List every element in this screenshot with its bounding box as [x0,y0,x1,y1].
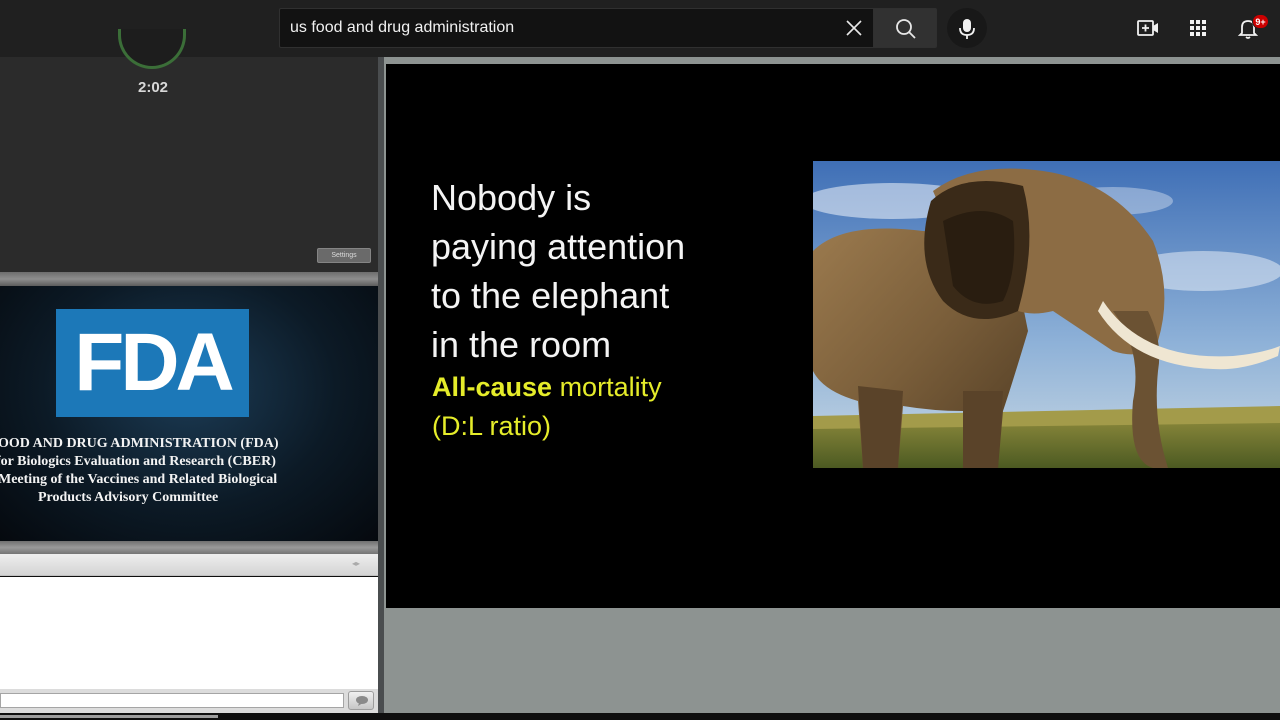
clear-search-button[interactable] [840,14,868,42]
slide-title-line: Nobody is [431,177,592,218]
slide-subtitle-rest: mortality [552,372,662,402]
search-input[interactable] [290,9,830,47]
search-icon [896,19,916,39]
fda-heading-line: OOD AND DRUG ADMINISTRATION (FDA) [0,436,279,451]
panel-divider [0,272,380,286]
chat-options-button[interactable]: ◂▸ [352,559,366,569]
slide-title-line: in the room [431,324,612,365]
search-button[interactable] [873,8,937,48]
fda-logo: FDA [56,309,249,417]
top-bar: 9+ [0,0,1280,57]
mic-icon [959,19,975,39]
chat-header: ◂▸ [0,554,378,576]
chat-input[interactable] [0,693,344,708]
slide-subtitle: All-cause mortality (D:L ratio) [432,368,662,446]
slide-title-line: paying attention [431,226,686,267]
elephant-photo [813,161,1280,468]
send-icon [356,696,368,706]
slide-title: Nobody is paying attention to the elepha… [431,173,811,369]
slide-title-line: to the elephant [431,275,670,316]
elapsed-timer: 2:02 [137,79,169,96]
search-box [279,8,873,48]
fda-heading-line: Products Advisory Committee [38,490,219,505]
create-button[interactable] [1136,16,1160,40]
video-progress-fill [0,715,218,718]
video-progress-bar[interactable] [0,713,1280,720]
slide-subtitle-bold: All-cause [432,372,553,402]
fda-heading-line: for Biologics Evaluation and Research (C… [0,454,276,469]
presentation-slide: Nobody is paying attention to the elepha… [386,64,1280,608]
slide-subtitle-line2: (D:L ratio) [432,411,552,441]
panel-divider [0,541,380,554]
voice-search-button[interactable] [947,8,987,48]
chat-send-button[interactable] [348,691,374,710]
presenter-status-indicator [118,29,186,69]
notification-count-badge: 9+ [1252,14,1269,29]
create-video-icon [1137,20,1158,36]
chat-messages-area[interactable] [0,577,378,689]
fda-title-panel: FDA OOD AND DRUG ADMINISTRATION (FDA) fo… [0,286,378,541]
fda-heading-line: Meeting of the Vaccines and Related Biol… [0,472,278,487]
video-panel: 2:02 Settings [0,29,378,272]
chat-input-row [0,689,378,713]
apps-grid-icon [1190,20,1206,36]
apps-button[interactable] [1186,16,1210,40]
clear-icon [846,20,862,36]
panel-settings-button[interactable]: Settings [317,248,371,263]
